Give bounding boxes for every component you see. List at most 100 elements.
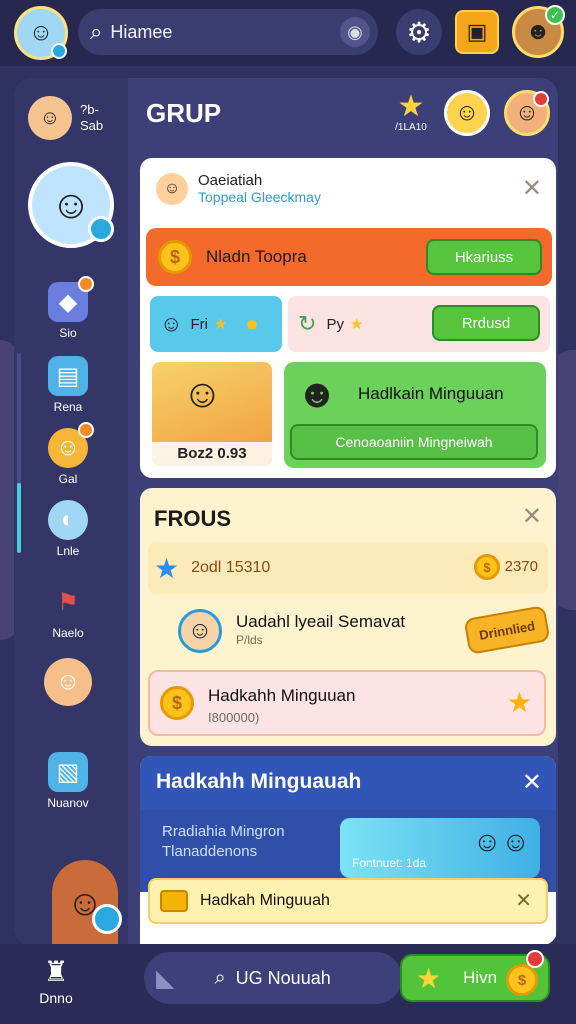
member-avatar-2[interactable]: ☺ — [504, 90, 550, 136]
sidebar-header[interactable]: ☺ ?b- Sab — [28, 90, 118, 146]
gear-icon[interactable]: ⚙ — [396, 9, 442, 55]
weekly-reward-title: Hadlkain Minguuan — [358, 384, 504, 403]
action-pill-button[interactable]: Drinnlied — [463, 605, 551, 655]
coin-icon: $ — [158, 240, 192, 274]
coin-icon: ● — [245, 311, 259, 336]
member-avatar-1[interactable]: ☺ — [444, 90, 490, 136]
blue-mini-label: Fri — [190, 315, 208, 333]
orange-reward-row[interactable]: $ Nladn Toopra Hkariuss — [146, 228, 552, 286]
coin-icon: $ — [474, 554, 500, 580]
mic-icon[interactable]: ◉ — [340, 17, 370, 47]
weekly-coin-row[interactable]: $ Hadkahh Minguuan I800000) ★ — [148, 670, 546, 736]
notification-dot — [78, 422, 94, 438]
weekly-card-header: Hadkahh Minguauah ✕ — [140, 756, 556, 810]
coin-icon: $ — [160, 686, 194, 720]
shop-chest-icon[interactable]: ▣ — [455, 10, 499, 54]
weekly-body-line-2: Tlanaddenons — [162, 843, 258, 860]
weekly-reward-button-label: Cenoaoaniin Mingneiwah — [335, 434, 493, 450]
avatar-badge — [51, 43, 67, 59]
scrollbar-thumb[interactable] — [17, 483, 21, 553]
sidebar-header-text-1: ?b- — [80, 102, 99, 117]
card-avatar[interactable]: ☺ — [156, 172, 188, 205]
sidebar-item-naelo[interactable]: ⚑ Naelo — [28, 582, 108, 641]
notification-dot — [526, 950, 544, 968]
card-name: Oaeiatiah — [198, 172, 263, 189]
sidebar-bottom-avatar[interactable]: ☺ — [52, 860, 122, 946]
bottom-search[interactable]: ◣ ⌕ UG Nouuah — [144, 952, 402, 1004]
sidebar-header-text-2: Sab — [80, 118, 104, 133]
member-avatar: ☺ — [178, 609, 222, 653]
people-icon: ☺☺ — [472, 826, 530, 857]
sidebar-item-sio[interactable]: ◆ Sio — [28, 276, 108, 340]
close-icon[interactable]: ✕ — [515, 888, 532, 913]
star-rank-label: /1LA10 — [395, 122, 427, 133]
home-icon: ♜ — [43, 956, 69, 987]
mini-reward-pink[interactable]: ↻ Py ★ Rrdusd — [288, 296, 550, 352]
sidebar-item-label: Lnle — [56, 544, 80, 558]
sidebar-item-lnle[interactable]: ◐ Lnle — [28, 500, 108, 558]
star-rank[interactable]: ★/1LA10 — [390, 92, 432, 138]
weekly-coin-title: Hadkahh Minguuan — [208, 686, 356, 705]
card-header: ☺ Oaeiatiah Toppeal Gleeckmay — [156, 172, 321, 205]
mini-reward-blue[interactable]: ☺ Fri ★ ● — [150, 296, 282, 352]
fish-icon: ◐ — [48, 500, 88, 540]
play-button[interactable]: ★ Hivn $ — [400, 950, 550, 1002]
sidebar-item-label: Rena — [53, 400, 83, 414]
score-value: 2370 — [504, 558, 538, 575]
claim-button[interactable]: Hkariuss — [426, 239, 542, 275]
profile-badge — [88, 216, 114, 242]
frous-title: FROUS — [154, 506, 231, 531]
top-bar: ☺ ⌕ Hiamee ◉ ⚙ ▣ ☻ ✓ — [0, 0, 576, 66]
star-icon: ★ — [213, 316, 228, 333]
bottom-search-label: UG Nouuah — [235, 967, 331, 988]
search-bar[interactable]: ⌕ Hiamee ◉ — [78, 9, 378, 55]
player-avatar[interactable]: ☺ — [14, 6, 68, 60]
close-icon[interactable]: ✕ — [522, 174, 542, 203]
profile-avatar[interactable]: ☺ — [28, 162, 114, 248]
group-card: ☺ Oaeiatiah Toppeal Gleeckmay ✕ $ Nladn … — [140, 158, 556, 478]
star-icon: ★ — [154, 552, 180, 584]
search-label: Hiamee — [110, 21, 173, 42]
home-tab[interactable]: ♜ Dnno — [16, 954, 96, 1014]
sidebar-item-nuanov[interactable]: ▧ Nuanov — [28, 752, 108, 810]
weekly-body-line-1: Rradiahia Mingron — [162, 823, 285, 840]
bottom-bar: ♜ Dnno ◣ ⌕ UG Nouuah ★ Hivn $ — [0, 944, 576, 1024]
flag-icon: ⚑ — [57, 588, 79, 616]
weekly-coin-sub: I800000) — [208, 710, 260, 725]
weekly-yellow-row[interactable]: Hadkah Minguuah ✕ — [148, 878, 548, 924]
close-icon[interactable]: ✕ — [522, 502, 542, 531]
sidebar-item-rena[interactable]: ▤ Rena — [28, 356, 108, 414]
search-icon: ⌕ — [90, 19, 103, 44]
weekly-reward-button[interactable]: Cenoaoaniin Mingneiwah — [290, 424, 538, 460]
main-panel: ☺ ?b- Sab ☺ ◆ Sio ▤ Rena ☺ Gal ◐ Lnle ⚑ … — [14, 78, 558, 946]
claim-button-label: Hkariuss — [454, 248, 514, 266]
friend-avatar[interactable]: ☻ ✓ — [512, 5, 565, 58]
sidebar-scrollbar[interactable] — [17, 353, 21, 553]
refresh-icon: ↻ — [298, 311, 317, 336]
star-icon: ★ — [416, 962, 442, 994]
weekly-thumbnail-label: Fontnuet: 1da — [352, 856, 427, 870]
score-row: ★ 2odl 15310 $ 2370 — [148, 542, 548, 594]
search-icon: ⌕ — [214, 966, 226, 989]
sidebar-item-label: Naelo — [52, 626, 84, 640]
sidebar-item-character[interactable]: ☺ — [28, 658, 108, 710]
character-icon: ☺ — [160, 311, 183, 336]
weekly-thumbnail[interactable]: Fontnuet: 1da ☺☺ — [340, 818, 540, 878]
page-title: GRUP — [146, 98, 222, 128]
gold-stars-icon: ★ — [506, 687, 532, 718]
score-label: 2odl 15310 — [191, 559, 271, 576]
action-pill-label: Drinnlied — [477, 617, 537, 643]
sidebar-item-gal[interactable]: ☺ Gal — [28, 422, 108, 486]
character-avatar-icon: ☺ — [44, 658, 92, 706]
avatar-badge — [92, 904, 122, 934]
sidebar-header-avatar: ☺ — [28, 96, 72, 140]
claim-button-label: Rrdusd — [461, 314, 511, 332]
gem-icon: ◆ — [48, 276, 94, 322]
member-row[interactable]: ☺ Uadahl lyeail Semavat P/lds Drinnlied — [178, 605, 551, 656]
weekly-reward-card[interactable]: ☻ Hadlkain Minguuan Cenoaoaniin Mingneiw… — [284, 362, 546, 468]
game-thumbnail[interactable]: ☺ Boz2 0.93 — [152, 362, 272, 466]
close-icon[interactable]: ✕ — [522, 768, 542, 797]
sidebar-item-label: Gal — [58, 472, 78, 486]
sidebar-item-label: Sio — [59, 326, 77, 340]
claim-button-small[interactable]: Rrdusd — [432, 305, 540, 341]
